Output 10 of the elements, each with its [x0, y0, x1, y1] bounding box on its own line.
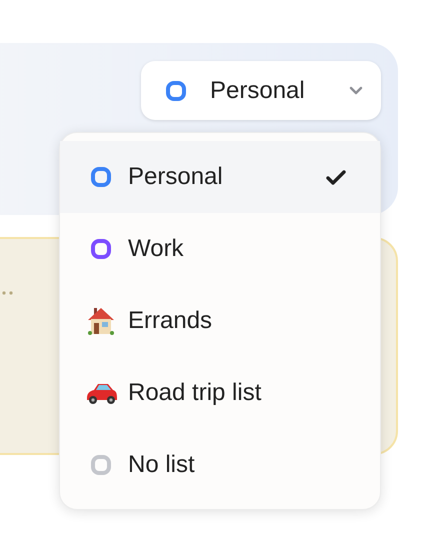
checkmark-icon — [326, 170, 346, 184]
menu-item[interactable]: No list — [60, 429, 380, 501]
menu-item[interactable]: Errands — [60, 285, 380, 357]
list-dropdown[interactable]: Personal — [141, 61, 381, 120]
house-icon — [86, 306, 116, 336]
menu-item[interactable]: Work — [60, 213, 380, 285]
menu-item[interactable]: Personal — [60, 141, 380, 213]
chevron-icon — [349, 86, 363, 95]
ellipsis-icon — [2, 291, 14, 295]
menu-item[interactable]: Road trip list — [60, 357, 380, 429]
